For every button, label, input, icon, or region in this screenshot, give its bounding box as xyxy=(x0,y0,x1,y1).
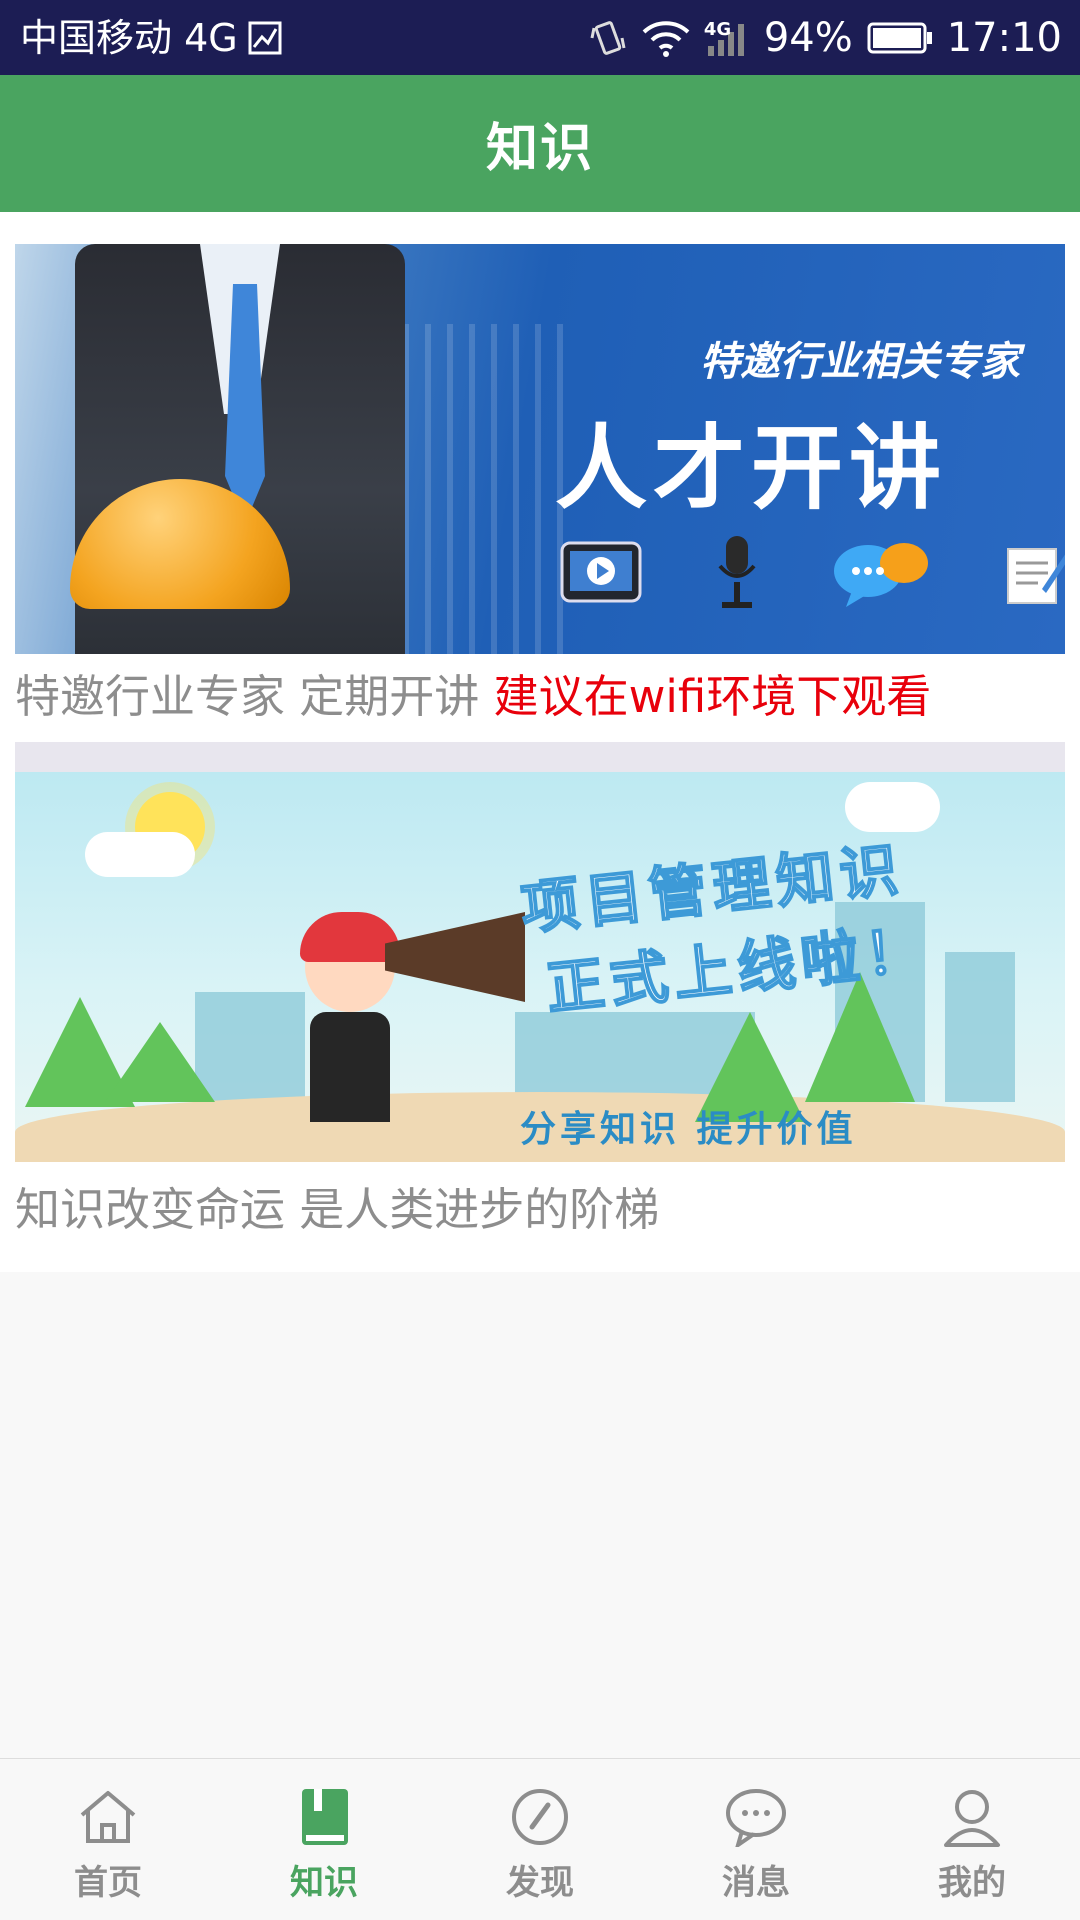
cloud-graphic xyxy=(85,832,195,877)
clock: 17:10 xyxy=(946,15,1062,61)
status-left: 中国移动 4G xyxy=(20,12,282,64)
battery-percent: 94% xyxy=(763,15,853,61)
tab-messages[interactable]: 消息 xyxy=(648,1759,864,1920)
tab-profile[interactable]: 我的 xyxy=(864,1759,1080,1920)
tree-graphic xyxy=(105,1022,215,1102)
vibrate-icon xyxy=(590,18,626,58)
microphone-icon xyxy=(712,534,762,618)
tab-label: 发现 xyxy=(506,1863,574,1903)
card-caption: 知识改变命运 是人类进步的阶梯 xyxy=(15,1180,659,1240)
building-graphic xyxy=(945,952,1015,1102)
project-knowledge-banner[interactable]: 项目管理知识 正式上线啦！ 分享知识 提升价值 xyxy=(15,772,1065,1162)
signal-icon: 4G xyxy=(704,18,750,58)
wifi-icon xyxy=(640,18,692,58)
document-pencil-icon xyxy=(1002,539,1065,613)
tab-label: 首页 xyxy=(74,1863,142,1903)
caption-text: 知识改变命运 是人类进步的阶梯 xyxy=(15,1183,660,1236)
tab-discover[interactable]: 发现 xyxy=(432,1759,648,1920)
page-title: 知识 xyxy=(485,119,594,179)
tab-label: 知识 xyxy=(290,1863,358,1903)
caption-text: 特邀行业专家 定期开讲 xyxy=(15,670,480,723)
banner-subtitle: 特邀行业相关专家 xyxy=(700,339,1020,385)
video-icon xyxy=(560,539,642,613)
expert-talk-banner[interactable]: 特邀行业相关专家 人才开讲 xyxy=(15,244,1065,654)
banner-footer: 分享知识 提升价值 xyxy=(520,1109,857,1150)
chat-icon xyxy=(726,1789,786,1847)
bottom-tab-bar: 首页 知识 发现 消息 我的 xyxy=(0,1758,1080,1920)
wifi-warning: 建议在wifi环境下观看 xyxy=(493,670,932,723)
compass-icon xyxy=(512,1789,568,1845)
banner-title: 人才开讲 xyxy=(555,415,948,522)
carrier-label: 中国移动 4G xyxy=(20,16,238,60)
user-icon xyxy=(944,1790,1000,1847)
content-area: 特邀行业相关专家 人才开讲 特邀行业专家 定期开讲 建议在wifi环境下观看 项… xyxy=(0,212,1080,1272)
tab-label: 消息 xyxy=(722,1863,790,1903)
megaphone-graphic xyxy=(385,912,525,1002)
network-badge: 4G xyxy=(703,19,732,40)
tab-home[interactable]: 首页 xyxy=(0,1759,216,1920)
status-right: 4G 94% 17:10 xyxy=(590,12,1062,64)
card-divider xyxy=(15,742,1065,772)
chat-bubbles-icon xyxy=(832,539,932,613)
app-bar: 知识 xyxy=(0,75,1080,212)
image-icon xyxy=(248,21,282,55)
banner-icon-row xyxy=(560,534,1065,618)
battery-icon xyxy=(867,21,933,55)
book-icon xyxy=(302,1789,348,1845)
tab-knowledge[interactable]: 知识 xyxy=(216,1759,432,1920)
tab-label: 我的 xyxy=(938,1863,1006,1903)
home-icon xyxy=(80,1791,136,1843)
status-bar: 中国移动 4G 4G 94% 17:10 xyxy=(0,0,1080,75)
card-caption: 特邀行业专家 定期开讲 建议在wifi环境下观看 xyxy=(15,667,931,727)
body-graphic xyxy=(310,1012,390,1122)
